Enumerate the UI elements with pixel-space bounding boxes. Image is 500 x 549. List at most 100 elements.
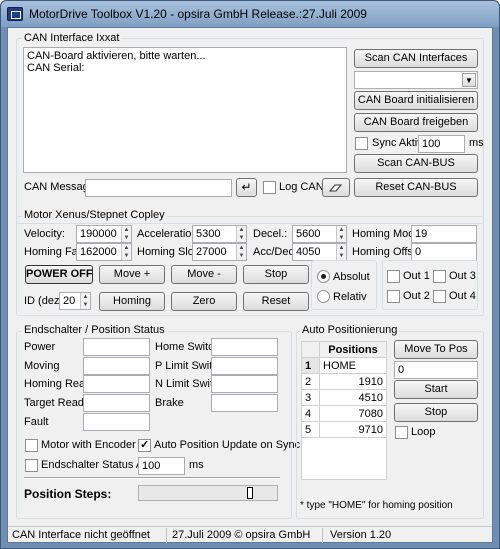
move-to-pos-button[interactable]: Move To Pos xyxy=(394,340,478,359)
endschalter-unit-label: ms xyxy=(189,459,204,471)
move-minus-button[interactable]: Move - xyxy=(171,265,237,284)
slider-thumb[interactable] xyxy=(247,487,253,499)
out2-label: Out 2 xyxy=(403,290,430,302)
status-version: Version 1.20 xyxy=(330,529,392,541)
motor-encoder-checkbox[interactable] xyxy=(25,439,38,452)
homing-slow-spinner[interactable]: ▲ ▼ xyxy=(236,244,246,260)
send-enter-icon[interactable]: ↵ xyxy=(236,178,257,197)
scan-can-bus-button[interactable]: Scan CAN-BUS xyxy=(354,154,478,173)
reset-motor-button[interactable]: Reset xyxy=(243,292,309,311)
table-row[interactable]: 1 HOME xyxy=(301,357,387,374)
eraser-icon[interactable] xyxy=(322,178,350,197)
endschalter-aktiv-checkbox[interactable] xyxy=(25,459,38,472)
relativ-radio[interactable] xyxy=(317,290,330,303)
acceleration-input[interactable]: 5300 ▲ ▼ xyxy=(192,225,247,243)
out4-checkbox[interactable] xyxy=(433,290,446,303)
table-empty-area xyxy=(301,438,387,480)
position-steps-label: Position Steps: xyxy=(24,487,112,501)
homing-hint-text: * type "HOME" for homing position xyxy=(300,500,453,511)
target-position-input[interactable]: 0 xyxy=(394,361,478,379)
decel-label: Decel.: xyxy=(253,228,288,240)
motor-encoder-label: Motor with Encoder xyxy=(41,439,136,451)
out3-checkbox[interactable] xyxy=(433,270,446,283)
homing-button[interactable]: Homing xyxy=(99,292,165,311)
target-ready-indicator xyxy=(83,394,150,412)
out2-checkbox[interactable] xyxy=(387,290,400,303)
can-log-line-2: CAN Serial: xyxy=(27,62,85,74)
position-cell[interactable]: 7080 xyxy=(319,405,387,422)
title-bar: MotorDrive Toolbox V1.20 - opsira GmbH R… xyxy=(1,1,499,27)
row-number: 1 xyxy=(301,357,320,374)
zero-button[interactable]: Zero xyxy=(171,292,237,311)
can-board-release-button[interactable]: CAN Board freigeben xyxy=(354,113,478,132)
position-status-label: Endschalter / Position Status xyxy=(22,324,167,336)
velocity-spinner[interactable]: ▲ ▼ xyxy=(121,226,131,242)
homing-fast-value: 162000 xyxy=(80,246,117,258)
table-row[interactable]: 4 7080 xyxy=(301,405,387,422)
power-off-button[interactable]: POWER OFF xyxy=(25,265,93,284)
brake-indicator xyxy=(211,394,278,412)
position-cell[interactable]: 9710 xyxy=(319,421,387,438)
status-copyright: 27.Juli 2009 © opsira GmbH xyxy=(172,529,311,541)
target-ready-label: Target Ready xyxy=(24,397,90,409)
acc-dec-spinner[interactable]: ▲ ▼ xyxy=(336,244,346,260)
brake-label: Brake xyxy=(155,397,184,409)
loop-checkbox[interactable] xyxy=(395,426,408,439)
position-cell[interactable]: 1910 xyxy=(319,373,387,390)
sync-unit-label: ms xyxy=(469,137,484,149)
id-spinner[interactable]: ▲ ▼ xyxy=(80,293,90,309)
position-cell[interactable]: HOME xyxy=(319,357,387,374)
stop-motor-button[interactable]: Stop xyxy=(243,265,309,284)
can-log-line-1: CAN-Board aktivieren, bitte warten... xyxy=(27,50,206,62)
auto-position-label: Auto Positionierung xyxy=(300,324,400,336)
acc-dec-input[interactable]: 4050 ▲ ▼ xyxy=(292,243,347,261)
moving-status-label: Moving xyxy=(24,360,60,372)
endschalter-interval-input[interactable]: 100 xyxy=(138,457,185,475)
homing-slow-input[interactable]: 27000 ▲ ▼ xyxy=(192,243,247,261)
move-plus-button[interactable]: Move + xyxy=(99,265,165,284)
out1-checkbox[interactable] xyxy=(387,270,400,283)
positions-column-header: Positions xyxy=(319,341,387,358)
row-number: 2 xyxy=(301,373,320,390)
can-message-input[interactable] xyxy=(85,179,232,197)
id-value: 20 xyxy=(63,295,76,307)
position-cell[interactable]: 4510 xyxy=(319,389,387,406)
homing-slow-value: 27000 xyxy=(196,246,227,258)
position-steps-slider[interactable] xyxy=(138,485,278,501)
homing-mode-input[interactable]: 19 xyxy=(411,225,477,243)
sync-interval-input[interactable]: 100 xyxy=(418,135,465,153)
reset-can-bus-button[interactable]: Reset CAN-BUS xyxy=(354,178,478,197)
absolut-radio[interactable] xyxy=(317,270,330,283)
velocity-input[interactable]: 190000 ▲ ▼ xyxy=(76,225,132,243)
absolut-label: Absolut xyxy=(333,271,370,283)
id-input[interactable]: 20 ▲ ▼ xyxy=(59,292,91,310)
chevron-down-icon[interactable]: ▼ xyxy=(462,73,476,87)
motor-group-label: Motor Xenus/Stepnet Copley xyxy=(22,209,167,221)
homing-fast-spinner[interactable]: ▲ ▼ xyxy=(121,244,131,260)
acceleration-spinner[interactable]: ▲ ▼ xyxy=(236,226,246,242)
client-area: CAN Interface Ixxat CAN-Board aktivieren… xyxy=(7,27,493,543)
decel-input[interactable]: 5600 ▲ ▼ xyxy=(292,225,347,243)
auto-position-update-checkbox[interactable] xyxy=(138,438,151,452)
relativ-label: Relativ xyxy=(333,291,367,303)
auto-stop-button[interactable]: Stop xyxy=(394,403,478,422)
homing-fast-input[interactable]: 162000 ▲ ▼ xyxy=(76,243,132,261)
log-can-label: Log CAN xyxy=(279,181,324,193)
fault-indicator xyxy=(83,413,150,431)
table-row[interactable]: 5 9710 xyxy=(301,421,387,438)
can-interface-select[interactable]: ▼ xyxy=(354,71,478,89)
decel-spinner[interactable]: ▲ ▼ xyxy=(336,226,346,242)
table-row[interactable]: 3 4510 xyxy=(301,389,387,406)
homing-ready-indicator xyxy=(83,375,150,393)
auto-start-button[interactable]: Start xyxy=(394,380,478,399)
power-status-label: Power xyxy=(24,341,56,353)
homing-offset-input[interactable]: 0 xyxy=(411,243,477,261)
log-can-checkbox[interactable] xyxy=(263,181,276,194)
scan-can-interfaces-button[interactable]: Scan CAN Interfaces xyxy=(354,49,478,68)
window-title: MotorDrive Toolbox V1.20 - opsira GmbH R… xyxy=(29,7,367,21)
positions-table[interactable]: Positions 1 HOME 2 1910 3 4510 4 7080 5 9710 xyxy=(301,341,387,438)
sync-aktiv-checkbox[interactable] xyxy=(355,137,368,150)
can-log-textarea[interactable]: CAN-Board aktivieren, bitte warten... CA… xyxy=(23,47,347,173)
can-board-init-button[interactable]: CAN Board initialisieren xyxy=(354,91,478,110)
table-row[interactable]: 2 1910 xyxy=(301,373,387,390)
